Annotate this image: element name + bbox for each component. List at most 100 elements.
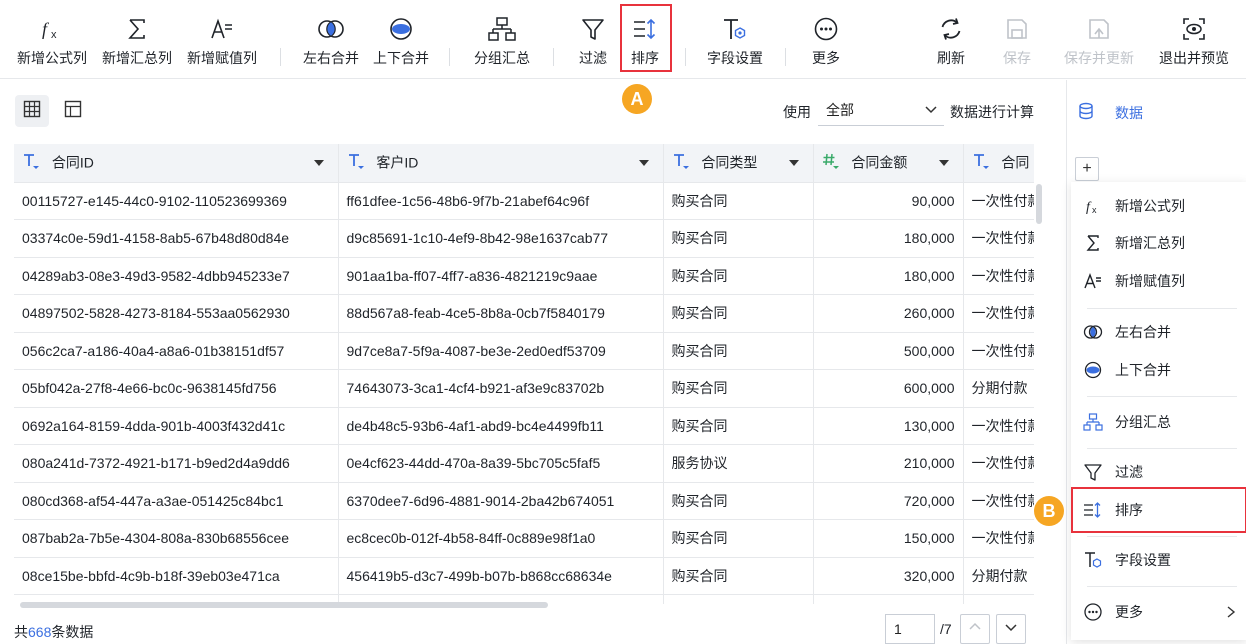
toolbar-divider [785, 48, 786, 66]
toolbar-refresh-button[interactable]: 刷新 [928, 0, 974, 76]
caret-down-icon[interactable] [638, 160, 649, 166]
toolbar-save-update-button[interactable]: 保存并更新 [1058, 0, 1140, 76]
table-cell: 一次性付款 [963, 294, 1034, 333]
horizontal-scrollbar[interactable] [20, 602, 548, 608]
table-cell: 购买合同 [663, 294, 814, 333]
toolbar-label: 上下合并 [373, 50, 429, 66]
add-step-button[interactable]: + [1075, 157, 1099, 181]
menu-divider [1087, 396, 1237, 397]
caret-down-icon[interactable] [788, 160, 799, 166]
toolbar-add-formula-column-button[interactable]: fx 新增公式列 [12, 0, 92, 76]
table-cell: 600,000 [813, 369, 964, 408]
table-cell [663, 594, 814, 604]
text-type-icon [672, 152, 698, 173]
more-icon [813, 0, 839, 46]
use-label: 使用 [783, 104, 811, 120]
number-type-icon [822, 152, 848, 173]
table-cell: 一次性付款 [963, 182, 1034, 220]
toolbar-group-summary-button[interactable]: 分组汇总 [466, 0, 538, 76]
table-row: 00115727-e145-44c0-9102-110523699369 ff61… [14, 182, 1034, 220]
menu-item-add-assign-column[interactable]: 新增赋值列 [1071, 263, 1246, 299]
caret-down-icon[interactable] [938, 160, 949, 166]
formula-icon: fx [39, 0, 65, 46]
toolbar-merge-top-bottom-button[interactable]: 上下合并 [367, 0, 435, 76]
filter-icon [580, 0, 606, 46]
table-cell [963, 594, 1034, 604]
toolbar-label: 左右合并 [303, 50, 359, 66]
sigma-icon [124, 0, 150, 46]
toolbar: fx 新增公式列 新增汇总列 新增赋值列 左右合并 上下合并 分组汇总 过滤 排… [0, 0, 1246, 79]
filter-icon [1071, 462, 1115, 482]
column-header[interactable]: 合同金额 [813, 144, 964, 183]
data-node[interactable]: 数据 [1077, 102, 1143, 123]
table-cell: 购买合同 [663, 257, 814, 295]
toolbar-add-summary-column-button[interactable]: 新增汇总列 [97, 0, 177, 76]
vertical-scrollbar[interactable] [1036, 184, 1042, 224]
table-cell: 服务协议 [663, 444, 814, 483]
table-cell: 一次性付款 [963, 219, 1034, 258]
column-header[interactable]: 合同 [963, 144, 1034, 183]
toolbar-more-button[interactable]: 更多 [802, 0, 850, 76]
formula-icon: fx [1071, 196, 1115, 216]
table-cell: 080a241d-7372-4921-b171-b9ed2d4a9dd6 [14, 444, 339, 483]
menu-item-merge-left-right[interactable]: 左右合并 [1071, 314, 1246, 350]
menu-item-filter[interactable]: 过滤 [1071, 454, 1246, 490]
prev-page-button[interactable] [960, 614, 990, 644]
menu-item-field-settings[interactable]: 字段设置 [1071, 542, 1246, 578]
menu-item-add-summary-column[interactable]: 新增汇总列 [1071, 225, 1246, 261]
table-row: 04289ab3-08e3-49d3-9582-4dbb945233e7 901a… [14, 257, 1034, 295]
toolbar-merge-left-right-button[interactable]: 左右合并 [297, 0, 365, 76]
table-cell: 080cd368-af54-447a-a3ae-051425c84bc1 [14, 482, 339, 520]
table-row: 03374c0e-59d1-4158-8ab5-67b48d80d84e d9c8… [14, 219, 1034, 258]
data-scope-select[interactable]: 全部 [818, 94, 944, 126]
toolbar-filter-button[interactable]: 过滤 [570, 0, 616, 76]
table-row: 087bab2a-7b5e-4304-808a-830b68556cee ec8c… [14, 519, 1034, 558]
menu-item-more[interactable]: 更多 [1071, 594, 1246, 630]
table-cell [813, 594, 964, 604]
toolbar-label: 新增公式列 [17, 50, 87, 66]
sigma-icon [1071, 233, 1115, 253]
table-cell: 03374c0e-59d1-4158-8ab5-67b48d80d84e [14, 219, 339, 258]
text-type-icon [972, 152, 998, 173]
table-row: 04897502-5828-4273-8184-553aa0562930 88d5… [14, 294, 1034, 333]
data-table: 合同ID 客户ID 合同类型 合同金额 合同 00115727-e145-44c… [14, 144, 1034, 604]
toolbar-label: 退出并预览 [1159, 50, 1229, 66]
merge-lr-icon [1071, 322, 1115, 342]
exit-preview-icon [1181, 0, 1207, 46]
svg-text:x: x [51, 29, 57, 41]
toolbar-field-settings-button[interactable]: 字段设置 [700, 0, 770, 76]
table-cell: 一次性付款 [963, 332, 1034, 370]
layout-view-button[interactable] [56, 95, 90, 127]
app-root: fx 新增公式列 新增汇总列 新增赋值列 左右合并 上下合并 分组汇总 过滤 排… [0, 0, 1246, 644]
table-cell: 210,000 [813, 444, 964, 483]
table-cell: ff61dfee-1c56-48b6-9f7b-21abef64c96f [338, 182, 664, 220]
column-header[interactable]: 合同类型 [663, 144, 814, 183]
text-type-icon [347, 152, 373, 173]
toolbar-divider [553, 48, 554, 66]
table-cell: ec8cec0b-012f-4b58-84ff-0c889e98f1a0 [338, 519, 664, 558]
table-cell: 购买合同 [663, 219, 814, 258]
next-page-button[interactable] [996, 614, 1026, 644]
column-header[interactable]: 客户ID [338, 144, 664, 183]
text-type-icon [22, 152, 48, 173]
table-cell: 500,000 [813, 332, 964, 370]
table-cell: 一次性付款 [963, 519, 1034, 558]
table-row: 08ce15be-bbfd-4c9b-b18f-39eb03e471ca 4564… [14, 557, 1034, 595]
menu-item-group-summary[interactable]: 分组汇总 [1071, 404, 1246, 440]
toolbar-add-assign-column-button[interactable]: 新增赋值列 [182, 0, 262, 76]
column-header[interactable]: 合同ID [14, 144, 339, 183]
sort-menu-highlight-box [1071, 487, 1246, 533]
toolbar-label: 字段设置 [707, 50, 763, 66]
menu-item-add-formula-column[interactable]: fx 新增公式列 [1071, 188, 1246, 224]
table-cell: 901aa1ba-ff07-4ff7-a836-4821219c9aae [338, 257, 664, 295]
toolbar-save-button[interactable]: 保存 [994, 0, 1040, 76]
grid-view-button[interactable] [15, 95, 49, 127]
caret-down-icon[interactable] [313, 160, 324, 166]
page-number-input[interactable]: 1 [885, 614, 935, 644]
table-cell: 04289ab3-08e3-49d3-9582-4dbb945233e7 [14, 257, 339, 295]
table-cell: 购买合同 [663, 332, 814, 370]
add-step-menu: fx 新增公式列 新增汇总列 新增赋值列 左右合并 上下合并 分组汇总 过滤 排… [1071, 182, 1246, 640]
menu-item-merge-top-bottom[interactable]: 上下合并 [1071, 352, 1246, 388]
toolbar-exit-preview-button[interactable]: 退出并预览 [1154, 0, 1234, 76]
assign-icon [1071, 271, 1115, 291]
